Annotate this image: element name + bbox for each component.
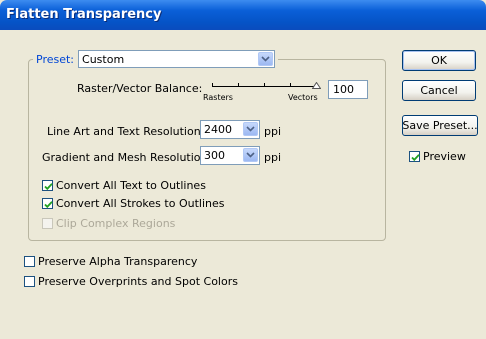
slider-tick <box>290 83 291 87</box>
window-title: Flatten Transparency <box>6 7 162 22</box>
balance-slider[interactable]: Rasters Vectors <box>202 78 322 104</box>
checkmark-icon <box>44 201 53 209</box>
checkbox-box[interactable] <box>42 180 53 191</box>
balance-value-field[interactable]: 100 <box>328 80 368 99</box>
balance-label: Raster/Vector Balance: <box>77 82 203 95</box>
slider-tick <box>238 83 239 87</box>
checkbox-box[interactable] <box>42 198 53 209</box>
chevron-down-icon[interactable] <box>258 52 274 66</box>
checkmark-icon <box>411 154 420 162</box>
preserve-overprints-checkbox[interactable]: Preserve Overprints and Spot Colors <box>24 275 238 288</box>
preset-label: Preset: <box>36 52 75 66</box>
vectors-label: Vectors <box>288 93 318 102</box>
preset-dropdown[interactable]: Custom <box>78 50 276 68</box>
preset-value: Custom <box>82 53 125 66</box>
gradient-unit: ppi <box>264 151 282 164</box>
preview-checkbox[interactable]: Preview <box>409 150 466 163</box>
preserve-overprints-label: Preserve Overprints and Spot Colors <box>38 275 238 288</box>
checkbox-box[interactable] <box>24 256 35 267</box>
title-bar[interactable]: Flatten Transparency <box>0 0 486 30</box>
save-preset-button[interactable]: Save Preset... <box>402 115 478 136</box>
slider-tick <box>212 83 213 87</box>
line-art-value: 2400 <box>204 123 232 136</box>
convert-text-label: Convert All Text to Outlines <box>56 179 206 192</box>
cancel-button[interactable]: Cancel <box>402 80 476 101</box>
line-art-label: Line Art and Text Resolution: <box>47 125 205 138</box>
convert-strokes-checkbox[interactable]: Convert All Strokes to Outlines <box>42 197 224 210</box>
convert-text-checkbox[interactable]: Convert All Text to Outlines <box>42 179 206 192</box>
gradient-value: 300 <box>204 149 225 162</box>
rasters-label: Rasters <box>203 93 233 102</box>
ok-button[interactable]: OK <box>402 50 476 71</box>
preserve-alpha-checkbox[interactable]: Preserve Alpha Transparency <box>24 255 197 268</box>
clip-complex-label: Clip Complex Regions <box>56 217 176 230</box>
chevron-down-icon[interactable] <box>243 122 258 136</box>
checkbox-box <box>42 218 53 229</box>
preview-label: Preview <box>423 150 466 163</box>
slider-tick <box>264 83 265 87</box>
preserve-alpha-label: Preserve Alpha Transparency <box>38 255 198 268</box>
checkmark-icon <box>44 183 53 191</box>
convert-strokes-label: Convert All Strokes to Outlines <box>56 197 225 210</box>
clip-complex-checkbox: Clip Complex Regions <box>42 217 175 230</box>
line-art-unit: ppi <box>264 125 282 138</box>
preset-legend: Preset: Custom <box>33 49 279 69</box>
gradient-label: Gradient and Mesh Resolution: <box>42 151 212 164</box>
slider-thumb-icon[interactable] <box>311 82 321 89</box>
gradient-dropdown[interactable]: 300 <box>200 146 260 165</box>
checkbox-box[interactable] <box>409 151 420 162</box>
checkbox-box[interactable] <box>24 276 35 287</box>
chevron-down-icon[interactable] <box>243 148 258 162</box>
line-art-dropdown[interactable]: 2400 <box>200 120 260 139</box>
